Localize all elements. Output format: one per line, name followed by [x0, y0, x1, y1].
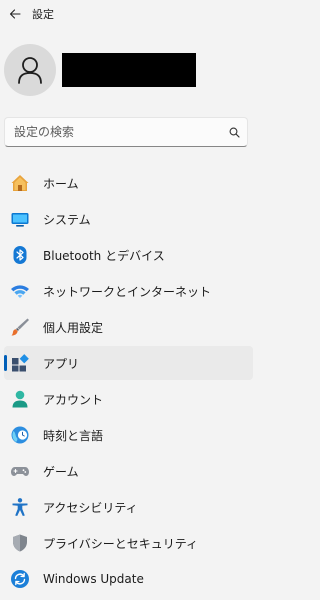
nav-label: Bluetooth とデバイス [43, 248, 165, 263]
nav-label: アカウント [43, 392, 104, 407]
display-icon [10, 209, 30, 229]
nav-label: アプリ [43, 356, 80, 371]
shield-icon [10, 533, 30, 553]
nav-label: アクセシビリティ [43, 500, 138, 515]
gamepad-icon [10, 461, 30, 481]
nav-item-windows-update[interactable]: Windows Update [4, 562, 253, 596]
account-icon [10, 389, 30, 409]
nav-label: プライバシーとセキュリティ [43, 536, 199, 551]
paintbrush-icon [10, 317, 30, 337]
home-icon [10, 173, 30, 193]
search-icon[interactable] [227, 125, 241, 139]
person-icon [18, 57, 42, 84]
settings-search-box[interactable] [4, 117, 248, 147]
nav-label: 個人用設定 [43, 320, 104, 335]
accessibility-icon [10, 497, 30, 517]
nav-label: ネットワークとインターネット [43, 284, 212, 299]
back-button[interactable] [4, 3, 26, 25]
title-bar: 設定 [0, 0, 253, 28]
nav-label: ゲーム [43, 464, 79, 479]
nav-item-system[interactable]: システム [4, 202, 253, 236]
nav-item-accessibility[interactable]: アクセシビリティ [4, 490, 253, 524]
user-name-redacted [62, 53, 196, 87]
nav-item-gaming[interactable]: ゲーム [4, 454, 253, 488]
nav-label: ホーム [43, 176, 79, 191]
nav-item-home[interactable]: ホーム [4, 166, 253, 200]
clock-globe-icon [10, 425, 30, 445]
nav-item-apps[interactable]: アプリ [4, 346, 253, 380]
settings-nav: ホーム システム Bluetooth とデバイス ネットワークとインターネット … [4, 166, 253, 598]
wifi-icon [10, 281, 30, 301]
nav-item-network[interactable]: ネットワークとインターネット [4, 274, 253, 308]
user-profile[interactable] [4, 42, 244, 98]
bluetooth-icon [10, 245, 30, 265]
nav-label: 時刻と言語 [43, 428, 104, 443]
apps-icon [10, 353, 30, 373]
app-title: 設定 [32, 8, 54, 21]
selection-indicator [4, 355, 7, 371]
nav-item-privacy[interactable]: プライバシーとセキュリティ [4, 526, 253, 560]
update-icon [10, 569, 30, 589]
nav-label: システム [43, 212, 91, 227]
nav-item-accounts[interactable]: アカウント [4, 382, 253, 416]
nav-item-bluetooth[interactable]: Bluetooth とデバイス [4, 238, 253, 272]
nav-item-time-language[interactable]: 時刻と言語 [4, 418, 253, 452]
back-arrow-icon [9, 9, 21, 19]
search-input[interactable] [12, 124, 227, 140]
nav-label: Windows Update [43, 572, 144, 586]
nav-item-personalization[interactable]: 個人用設定 [4, 310, 253, 344]
avatar[interactable] [4, 44, 56, 96]
